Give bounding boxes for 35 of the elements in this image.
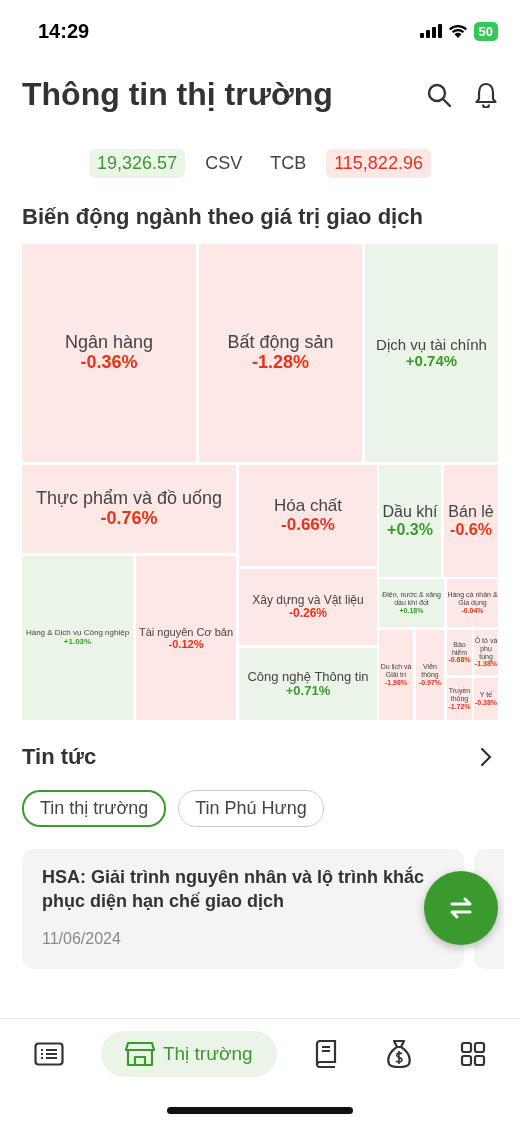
news-tab[interactable]: Tin thị trường (22, 790, 167, 827)
chevron-right-icon[interactable] (480, 747, 492, 767)
treemap-cell[interactable]: Bất động sản -1.28% (199, 244, 362, 462)
treemap-cell[interactable]: Xây dựng và Vật liệu -0.26% (239, 569, 377, 645)
money-bag-icon (385, 1039, 414, 1069)
ticker-price: 115,822.96 (326, 149, 431, 178)
list-icon (33, 1042, 64, 1066)
ticker-symbol: CSV (204, 153, 244, 174)
section-title: Biến động ngành theo giá trị giao dịch (22, 204, 424, 230)
news-card[interactable]: HSA: Giải trình nguyên nhân và lộ trình khắc phục diện hạn chế giao dịch 11/06/2024 (22, 849, 464, 969)
page-title: Thông tin thị trường (22, 76, 334, 113)
store-icon (124, 1041, 155, 1067)
battery-indicator: 50 (473, 21, 498, 41)
news-tab[interactable]: Tin Phú Hưng (178, 790, 324, 827)
ticker-price: 19,326.57 (89, 149, 186, 178)
treemap-cell[interactable]: Hàng & Dịch vụ Công nghiệp +1.03% (22, 556, 133, 720)
wifi-icon (447, 24, 468, 38)
treemap-cell[interactable]: Bán lẻ -0.6% (444, 465, 498, 577)
treemap-cell[interactable]: Dịch vụ tài chính +0.74% (365, 244, 498, 462)
treemap-cell[interactable]: Dầu khí +0.3% (379, 465, 441, 577)
grid-icon (460, 1041, 487, 1067)
treemap-cell[interactable]: Thực phẩm và đồ uống -0.76% (22, 465, 236, 553)
section-title: Tin tức (22, 744, 97, 770)
book-icon (313, 1040, 338, 1068)
news-date: 11/06/2024 (42, 929, 122, 948)
treemap-cell[interactable]: Hóa chất -0.66% (239, 465, 377, 566)
signal-icon (419, 24, 442, 38)
treemap-cell[interactable]: Ngân hàng -0.36% (22, 244, 196, 462)
treemap-cell[interactable]: Tài nguyên Cơ bản -0.12% (136, 556, 236, 720)
news-title: HSA: Giải trình nguyên nhân và lộ trình khắc phục diện hạn chế giao dịch (42, 865, 426, 914)
ticker-symbol: TCB (269, 153, 308, 174)
bell-icon[interactable] (474, 81, 498, 108)
status-time: 14:29 (38, 19, 90, 43)
search-icon[interactable] (426, 81, 452, 108)
treemap-cell[interactable]: Công nghệ Thông tin +0.71% (239, 648, 377, 720)
